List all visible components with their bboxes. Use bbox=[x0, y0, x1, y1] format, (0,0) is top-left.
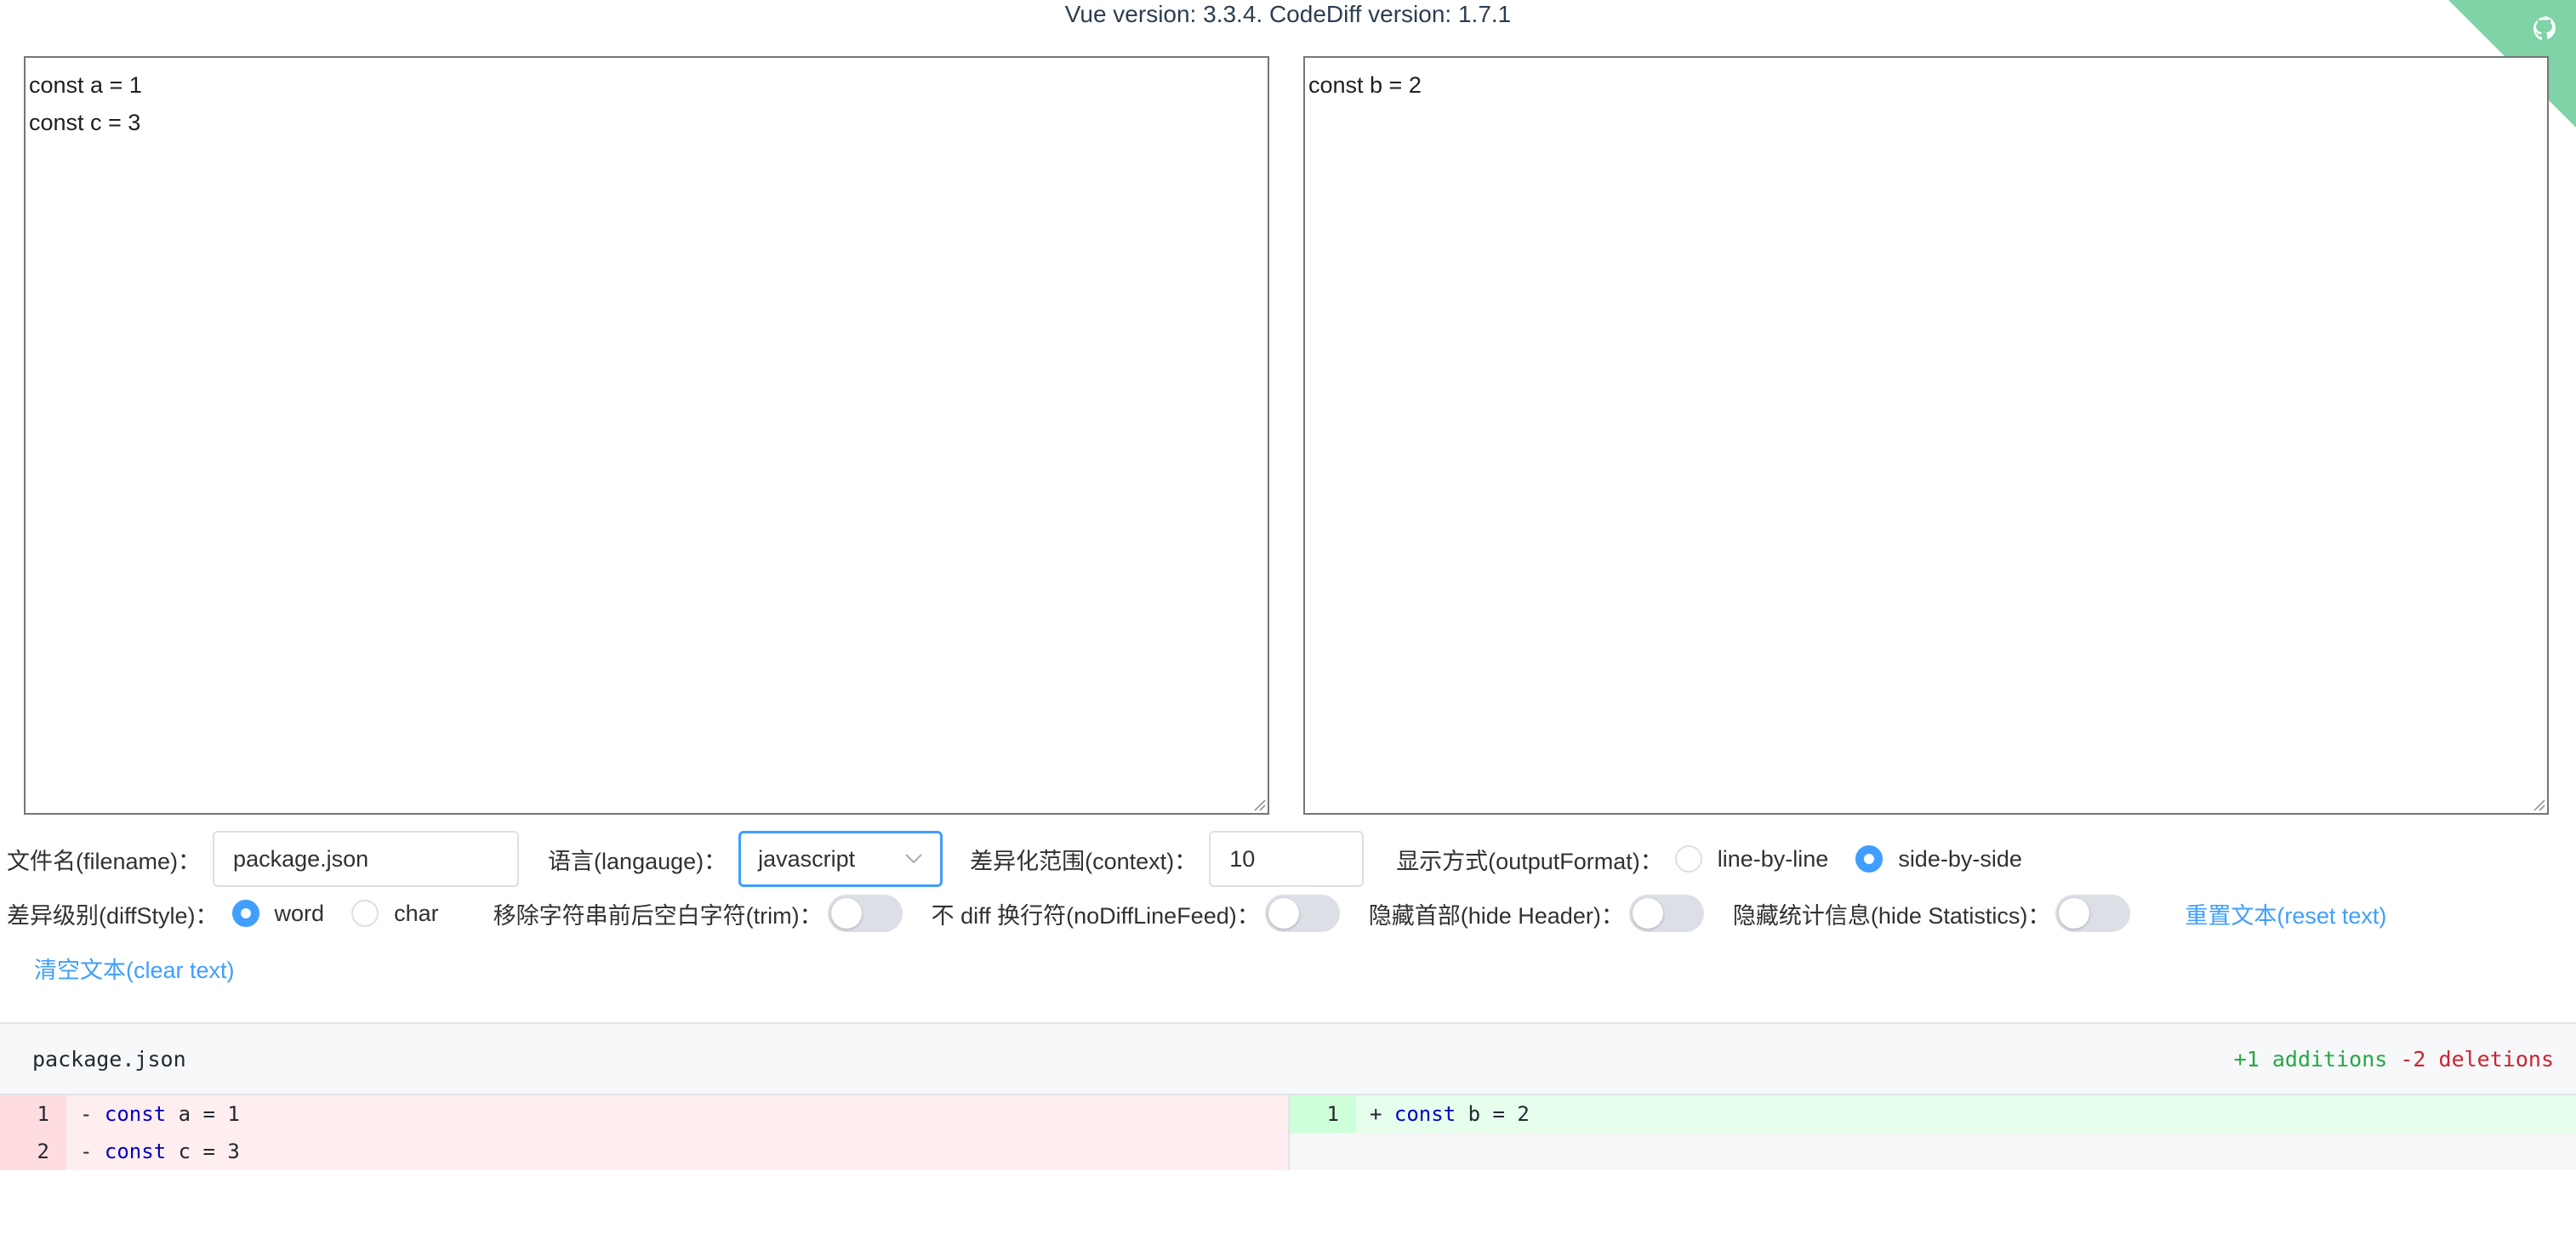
radio-circle bbox=[1675, 845, 1702, 873]
hidestats-toggle[interactable] bbox=[2055, 895, 2130, 932]
reset-text-button[interactable]: 重置文本(reset text) bbox=[2185, 897, 2386, 930]
trim-label: 移除字符串前后空白字符(trim)： bbox=[493, 897, 823, 930]
radio-label: char bbox=[394, 901, 439, 927]
old-text-editor[interactable]: const a = 1 const c = 3 bbox=[24, 56, 1269, 815]
diff-row-added: 1 + const b = 2 bbox=[1290, 1095, 2576, 1133]
code-keyword: const bbox=[1394, 1102, 1456, 1126]
diffstyle-label: 差异级别(diffStyle)： bbox=[7, 897, 219, 930]
output-format-label: 显示方式(outputFormat)： bbox=[1396, 843, 1663, 876]
line-number: 2 bbox=[0, 1133, 66, 1170]
radio-line-by-line[interactable]: line-by-line bbox=[1675, 845, 1829, 873]
code-line: - const c = 3 bbox=[66, 1133, 1288, 1170]
diff-file-name: package.json bbox=[32, 1047, 186, 1072]
diff-body: 1 - const a = 1 2 - const c = 3 1 + cons… bbox=[0, 1095, 2576, 1170]
filename-input[interactable]: package.json bbox=[213, 831, 519, 887]
radio-circle bbox=[1855, 845, 1883, 873]
version-text: Vue version: 3.3.4. CodeDiff version: 1.… bbox=[0, 0, 2576, 29]
diff-row-deleted: 2 - const c = 3 bbox=[0, 1133, 1288, 1170]
clear-text-button[interactable]: 清空文本(clear text) bbox=[34, 952, 235, 985]
new-text-editor[interactable]: const b = 2 bbox=[1303, 56, 2549, 815]
options-row-2: 差异级别(diffStyle)： word char 移除字符串前后空白字符(t… bbox=[7, 885, 2386, 941]
line-number: 1 bbox=[1290, 1095, 1356, 1133]
resize-handle-icon[interactable] bbox=[1252, 798, 1266, 811]
radio-circle bbox=[351, 900, 379, 927]
radio-circle bbox=[232, 900, 259, 927]
filename-label: 文件名(filename)： bbox=[7, 843, 201, 876]
options-row-1: 文件名(filename)： package.json 语言(langauge)… bbox=[7, 831, 2049, 887]
diff-sign: - bbox=[80, 1102, 92, 1126]
chevron-down-icon bbox=[904, 853, 923, 865]
trim-toggle[interactable] bbox=[828, 895, 903, 932]
context-input[interactable]: 10 bbox=[1209, 831, 1364, 887]
hideheader-label: 隐藏首部(hide Header)： bbox=[1369, 897, 1624, 930]
code-line: - const a = 1 bbox=[66, 1095, 1288, 1133]
code-line-empty bbox=[1356, 1133, 2576, 1170]
context-label: 差异化范围(context)： bbox=[970, 843, 1197, 876]
line-number: 1 bbox=[0, 1095, 66, 1133]
radio-char[interactable]: char bbox=[351, 900, 439, 927]
language-label: 语言(langauge)： bbox=[548, 843, 727, 876]
editor-line: const c = 3 bbox=[29, 104, 1264, 141]
nolinefeed-label: 不 diff 换行符(noDiffLineFeed)： bbox=[932, 897, 1260, 930]
line-number-empty bbox=[1290, 1133, 1356, 1170]
radio-word[interactable]: word bbox=[232, 900, 325, 927]
language-select[interactable]: javascript bbox=[738, 831, 943, 887]
radio-label: side-by-side bbox=[1898, 846, 2022, 873]
code-text: a = 1 bbox=[166, 1102, 240, 1126]
editor-line: const a = 1 bbox=[29, 66, 1264, 104]
diff-file-header: package.json +1 additions -2 deletions bbox=[0, 1024, 2576, 1095]
code-text: b = 2 bbox=[1456, 1102, 1530, 1126]
diff-right-pane: 1 + const b = 2 bbox=[1288, 1095, 2576, 1170]
diff-stats: +1 additions -2 deletions bbox=[2234, 1047, 2554, 1072]
code-keyword: const bbox=[105, 1140, 166, 1163]
radio-label: word bbox=[275, 901, 325, 927]
options-row-3: 清空文本(clear text) bbox=[34, 940, 235, 996]
code-keyword: const bbox=[105, 1102, 166, 1126]
diff-row-deleted: 1 - const a = 1 bbox=[0, 1095, 1288, 1133]
resize-handle-icon[interactable] bbox=[2532, 798, 2545, 811]
additions-count: +1 additions bbox=[2234, 1047, 2388, 1072]
diff-sign: + bbox=[1370, 1102, 1382, 1126]
editor-line: const b = 2 bbox=[1308, 66, 2544, 104]
language-value: javascript bbox=[758, 833, 855, 884]
hideheader-toggle[interactable] bbox=[1629, 895, 1704, 932]
radio-side-by-side[interactable]: side-by-side bbox=[1855, 845, 2022, 873]
deletions-count: -2 deletions bbox=[2400, 1047, 2554, 1072]
diff-row-empty bbox=[1290, 1133, 2576, 1170]
nolinefeed-toggle[interactable] bbox=[1265, 895, 1340, 932]
radio-label: line-by-line bbox=[1718, 846, 1829, 873]
diff-output: package.json +1 additions -2 deletions 1… bbox=[0, 1022, 2576, 1170]
hidestats-label: 隐藏统计信息(hide Statistics)： bbox=[1733, 897, 2051, 930]
code-line: + const b = 2 bbox=[1356, 1095, 2576, 1133]
code-text: c = 3 bbox=[166, 1140, 240, 1163]
diff-left-pane: 1 - const a = 1 2 - const c = 3 bbox=[0, 1095, 1288, 1170]
diff-sign: - bbox=[80, 1140, 92, 1163]
